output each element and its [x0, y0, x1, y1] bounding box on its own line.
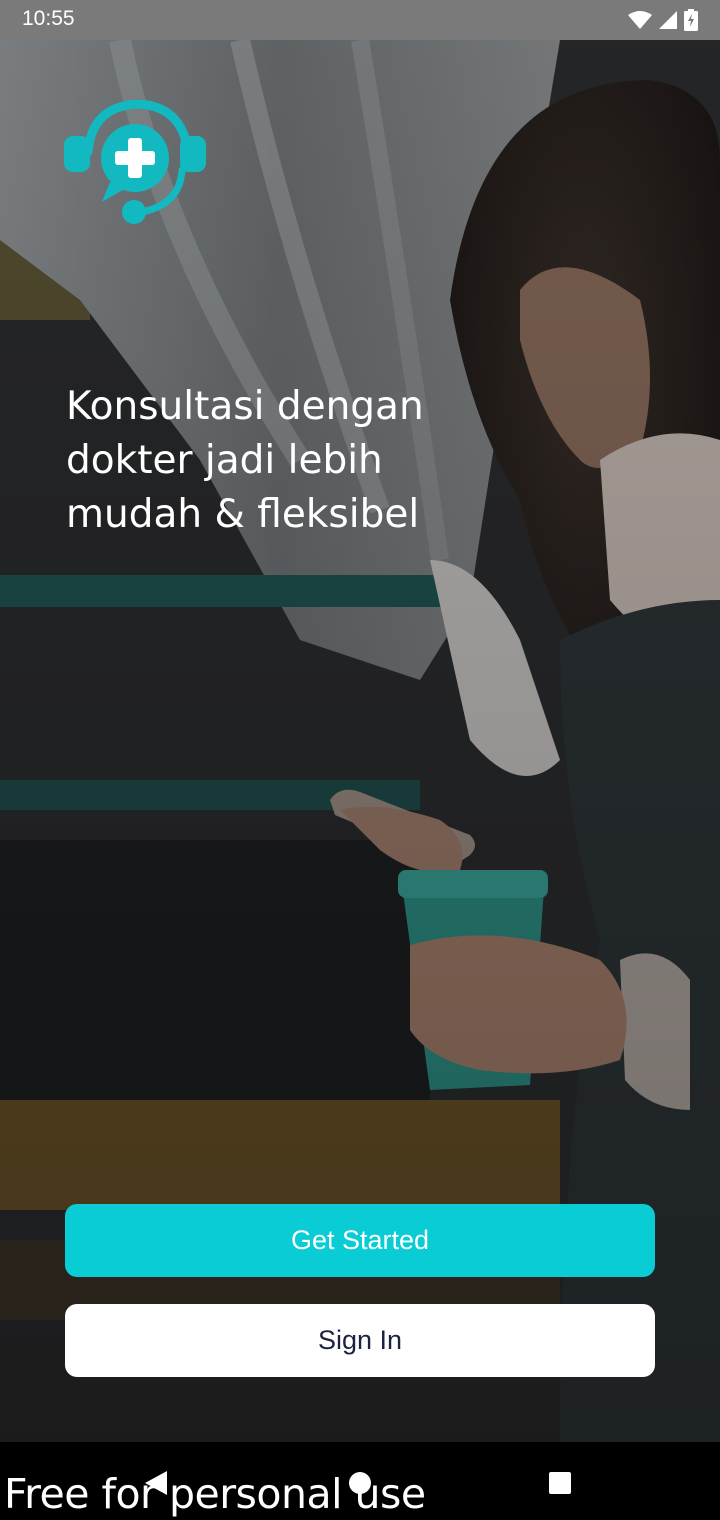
battery-icon	[684, 9, 698, 31]
cell-signal-icon	[659, 11, 677, 29]
get-started-button[interactable]: Get Started	[65, 1204, 655, 1277]
onboarding-screen: 10:55 Konsultasi dengan dokter jadi lebi…	[0, 0, 720, 1520]
wifi-icon	[628, 11, 652, 29]
status-time: 10:55	[22, 7, 75, 30]
status-icons	[628, 8, 698, 32]
headline-line-2: dokter jadi lebih	[66, 438, 383, 483]
headline-line-3: mudah & fleksibel	[66, 492, 420, 537]
onboarding-headline: Konsultasi dengan dokter jadi lebih muda…	[66, 380, 486, 542]
app-logo-icon	[64, 100, 206, 224]
recents-icon[interactable]	[540, 1466, 580, 1500]
watermark-text: Free for personal use	[4, 1470, 426, 1518]
sign-in-button[interactable]: Sign In	[65, 1304, 655, 1377]
status-bar: 10:55	[0, 0, 720, 40]
headline-line-1: Konsultasi dengan	[66, 384, 424, 429]
